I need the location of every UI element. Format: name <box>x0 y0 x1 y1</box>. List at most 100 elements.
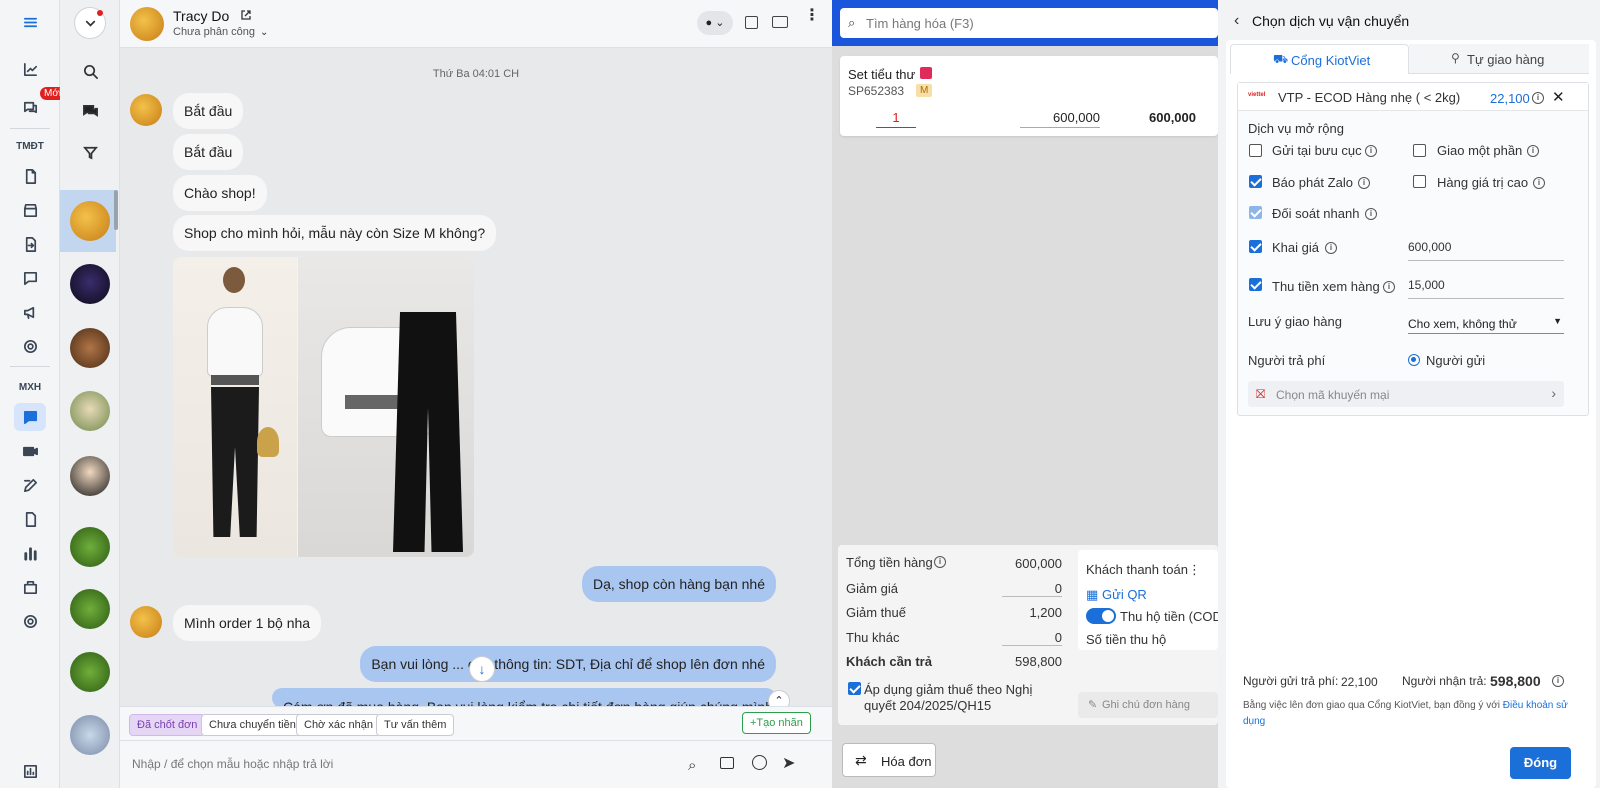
square-icon[interactable] <box>745 16 758 29</box>
store-icon[interactable] <box>14 196 46 224</box>
product-sku: SP652383 <box>848 84 905 98</box>
info-icon[interactable]: i <box>1532 92 1544 104</box>
search-icon[interactable] <box>74 55 106 87</box>
close-button[interactable]: Đóng <box>1510 747 1571 779</box>
chat-icon[interactable] <box>14 264 46 292</box>
social-chat-icon[interactable] <box>14 403 46 431</box>
promo-selector[interactable]: ⛝ Chọn mã khuyến mại › <box>1248 381 1564 407</box>
gear-icon[interactable] <box>14 607 46 635</box>
contact-name[interactable]: Tracy Do <box>173 8 229 24</box>
chats-icon[interactable] <box>74 95 106 127</box>
menu-icon[interactable] <box>14 8 46 36</box>
edit-icon[interactable] <box>14 471 46 499</box>
view-fee-input[interactable]: 15,000 <box>1408 278 1564 299</box>
apply-tax-checkbox[interactable] <box>848 682 861 695</box>
qr-icon[interactable]: ▦ <box>1086 587 1098 603</box>
message-in[interactable]: Bắt đầu <box>173 93 244 129</box>
view-fee-checkbox[interactable] <box>1249 278 1262 291</box>
avatar <box>130 606 162 638</box>
tab-self-delivery[interactable]: ⚲ Tự giao hàng <box>1409 44 1589 74</box>
sender-fee-label: Người gửi trả phí: <box>1243 674 1339 688</box>
attach-icon[interactable]: ⌕ <box>688 757 696 774</box>
avatar[interactable] <box>70 328 110 368</box>
message-in[interactable]: Shop cho mình hỏi, mẫu này còn Size M kh… <box>173 215 497 251</box>
order-note-input[interactable]: ✎ Ghi chú đơn hàng <box>1078 692 1218 718</box>
send-icon[interactable]: ➤ <box>782 753 795 773</box>
import-icon[interactable] <box>14 230 46 258</box>
cod-label: Thu hộ tiền (COD <box>1120 609 1218 624</box>
quantity-input[interactable]: 1 <box>876 110 916 128</box>
messages-icon[interactable]: Mới <box>14 87 66 121</box>
caret-down-icon: ▼ <box>1553 316 1562 326</box>
fast-recon-label: Đối soát nhanh <box>1272 206 1360 221</box>
other-fee-input[interactable]: 0 <box>1002 630 1062 646</box>
emoji-icon[interactable] <box>752 755 767 770</box>
avatar[interactable] <box>70 527 110 567</box>
more-icon[interactable]: ⋮ <box>804 8 820 24</box>
assign-status[interactable]: Chưa phân công <box>173 26 255 38</box>
tab-kiotviet[interactable]: ⛟ Cổng KiotViet <box>1230 44 1409 74</box>
composer-input[interactable]: Nhập / để chọn mẫu hoặc nhập trả lời <box>132 757 532 771</box>
product-image[interactable] <box>173 257 474 557</box>
message-in[interactable]: Chào shop! <box>173 175 267 211</box>
declare-value-input[interactable]: 600,000 <box>1408 240 1564 261</box>
customer-pay-label: Khách cần trả <box>846 654 932 669</box>
declare-value-checkbox[interactable] <box>1249 240 1262 253</box>
message-in[interactable]: Mình order 1 bộ nha <box>173 605 322 641</box>
scroll-down-icon[interactable]: ↓ <box>469 656 495 682</box>
invoice-button[interactable]: ⇄ Hóa đơn <box>842 743 936 777</box>
service-name[interactable]: VTP - ECOD Hàng nhẹ ( < 2kg) <box>1278 90 1460 105</box>
product-search-input[interactable]: ⌕ Tìm hàng hóa (F3) <box>840 8 1218 38</box>
other-fee-label: Thu khác <box>846 630 900 645</box>
template-icon[interactable] <box>720 757 734 769</box>
avatar[interactable] <box>70 589 110 629</box>
delivery-note-select[interactable]: Cho xem, không thử ▼ <box>1408 312 1564 334</box>
chevron-down-icon[interactable]: ⌄ <box>260 27 268 38</box>
avatar[interactable] <box>70 652 110 692</box>
tag-unpaid[interactable]: Chưa chuyển tiền <box>201 714 304 736</box>
avatar[interactable] <box>70 391 110 431</box>
discount-input[interactable]: 0 <box>1002 581 1062 597</box>
analytics-icon[interactable] <box>14 55 46 83</box>
chevron-down-icon[interactable] <box>74 7 106 39</box>
cod-toggle[interactable] <box>1086 608 1116 624</box>
tag-pending[interactable]: Chờ xác nhận <box>296 714 381 736</box>
tag-consult[interactable]: Tư vấn thêm <box>376 714 455 736</box>
message-out[interactable]: Cám ơn đã mua hàng. Bạn vui lòng kiểm tr… <box>272 688 776 708</box>
order-line[interactable]: Set tiểu thư SP652383 M 1 600,000 600,00… <box>840 56 1218 136</box>
message-in[interactable]: Bắt đầu <box>173 134 244 170</box>
avatar[interactable] <box>70 264 110 304</box>
create-tag-button[interactable]: +Tạo nhãn <box>742 712 811 734</box>
payer-value: Người gửi <box>1426 353 1486 368</box>
megaphone-icon[interactable] <box>14 298 46 326</box>
product-name[interactable]: Set tiểu thư <box>848 67 915 82</box>
external-link-icon[interactable] <box>240 9 252 21</box>
alert-icon[interactable]: ● ⌄ <box>697 11 733 35</box>
report-icon[interactable] <box>14 757 46 785</box>
payer-radio[interactable] <box>1408 354 1420 366</box>
filter-icon[interactable] <box>74 136 106 168</box>
bar-chart-icon[interactable] <box>14 539 46 567</box>
back-icon[interactable]: ‹ <box>1234 12 1239 30</box>
avatar[interactable] <box>70 715 110 755</box>
video-icon[interactable] <box>14 437 46 465</box>
avatar[interactable] <box>70 201 110 241</box>
partial-delivery-checkbox[interactable] <box>1413 144 1426 157</box>
document-icon[interactable] <box>14 162 46 190</box>
message-out[interactable]: Bạn vui lòng ... cấp thông tin: SDT, Địa… <box>360 646 776 682</box>
message-out[interactable]: Dạ, shop còn hàng bạn nhé <box>581 566 776 602</box>
tag-closed[interactable]: Đã chốt đơn <box>129 714 206 736</box>
settings-icon[interactable] <box>14 332 46 360</box>
avatar[interactable] <box>70 456 110 496</box>
shop-settings-icon[interactable] <box>14 573 46 601</box>
more-icon[interactable]: ⋮ <box>1188 562 1201 578</box>
mail-icon[interactable] <box>772 16 788 28</box>
file-icon[interactable] <box>14 505 46 533</box>
send-qr-button[interactable]: Gửi QR <box>1102 587 1147 602</box>
post-office-checkbox[interactable] <box>1249 144 1262 157</box>
high-value-checkbox[interactable] <box>1413 175 1426 188</box>
price-input[interactable]: 600,000 <box>1020 110 1100 128</box>
avatar[interactable] <box>130 7 164 41</box>
zalo-checkbox[interactable] <box>1249 175 1262 188</box>
close-icon[interactable]: ✕ <box>1552 88 1565 106</box>
